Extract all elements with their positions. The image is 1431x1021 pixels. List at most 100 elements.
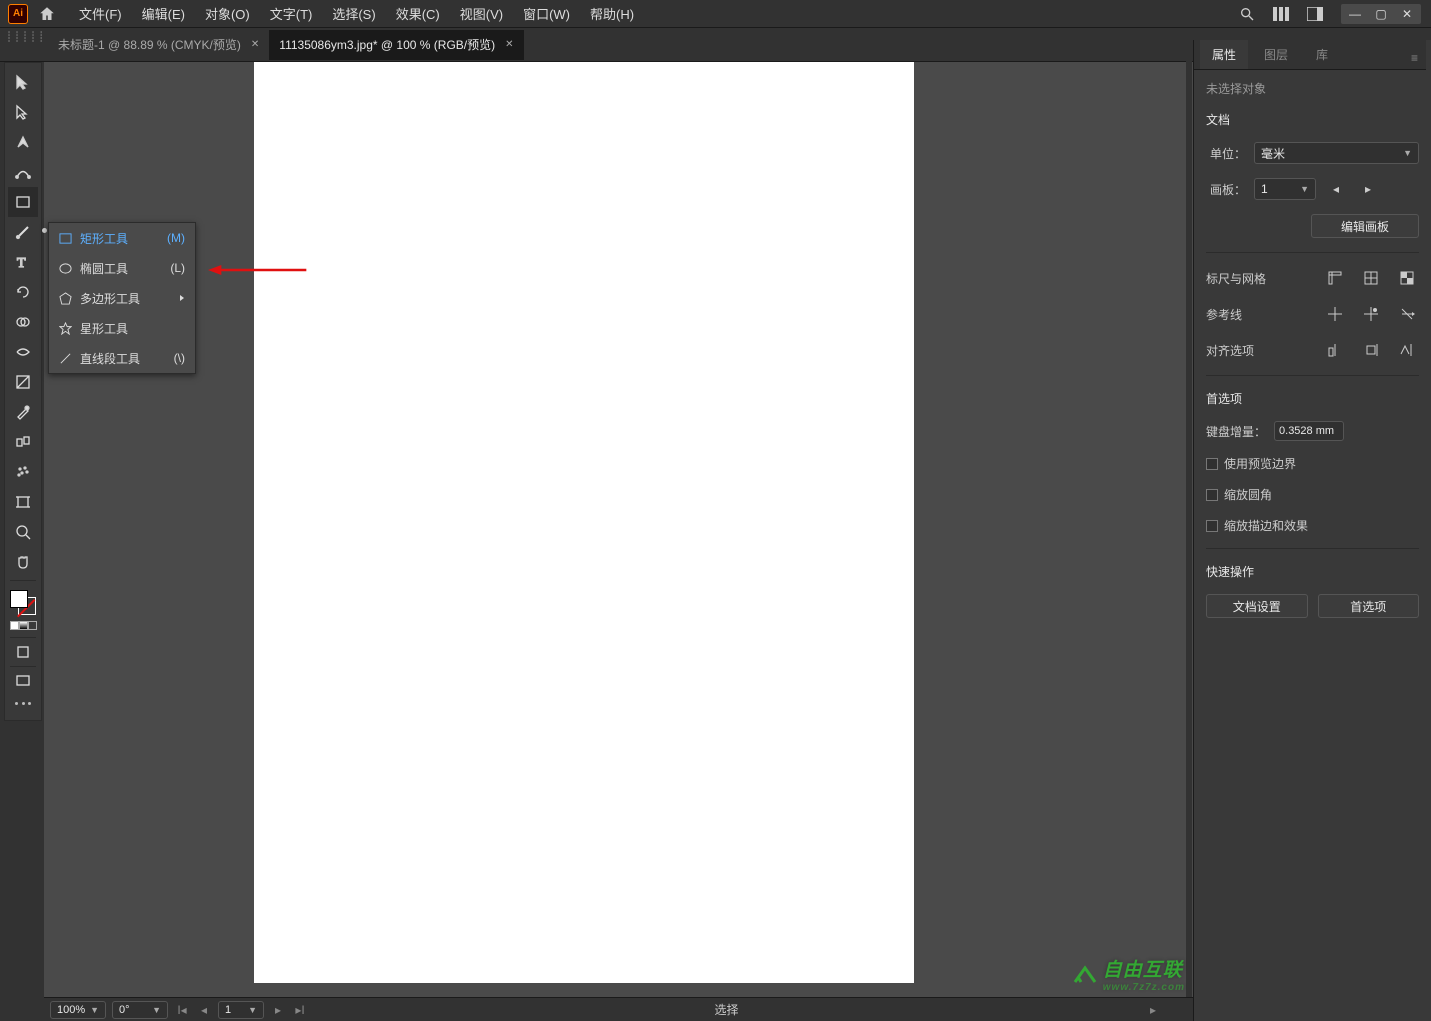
tab-layers[interactable]: 图层 — [1252, 40, 1300, 69]
pen-tool[interactable] — [8, 127, 38, 157]
rulers-icon[interactable] — [1323, 267, 1347, 289]
panel-menu-icon[interactable]: ≡ — [1403, 47, 1426, 69]
menu-select[interactable]: 选择(S) — [323, 0, 384, 28]
first-artboard-button[interactable]: I◂ — [174, 1002, 190, 1018]
flyout-indicator-dot — [42, 228, 47, 233]
guides-show-icon[interactable] — [1323, 303, 1347, 325]
chevron-down-icon: ▼ — [1403, 148, 1412, 158]
eyedropper-tool[interactable] — [8, 397, 38, 427]
close-icon[interactable]: ✕ — [505, 39, 513, 50]
document-tab-2[interactable]: 11135086ym3.jpg* @ 100 % (RGB/预览) ✕ — [269, 30, 523, 60]
flyout-rectangle-tool[interactable]: 矩形工具 (M) — [49, 223, 195, 253]
status-mode: 选择 — [314, 1001, 1139, 1018]
artboard-select[interactable]: 1 ▼ — [1254, 178, 1316, 200]
prev-artboard-button[interactable]: ◂ — [196, 1002, 212, 1018]
key-increment-input[interactable] — [1274, 421, 1344, 441]
window-minimize[interactable]: — — [1342, 5, 1368, 23]
artboard-tool[interactable] — [8, 487, 38, 517]
zoom-select[interactable]: 100% ▼ — [50, 1001, 106, 1019]
search-icon[interactable] — [1235, 2, 1259, 26]
menu-file[interactable]: 文件(F) — [70, 0, 131, 28]
document-tab-1[interactable]: 未标题-1 @ 88.89 % (CMYK/预览) ✕ — [48, 30, 269, 60]
checkbox-box — [1206, 520, 1218, 532]
status-arrow-button[interactable]: ▸ — [1145, 1002, 1161, 1018]
edit-artboard-button[interactable]: 编辑画板 — [1311, 214, 1419, 238]
align-glyph-icon[interactable] — [1395, 339, 1419, 361]
symbol-sprayer-tool[interactable] — [8, 457, 38, 487]
last-artboard-button[interactable]: ▸I — [292, 1002, 308, 1018]
zoom-tool[interactable] — [8, 517, 38, 547]
flyout-ellipse-tool[interactable]: 椭圆工具 (L) — [49, 253, 195, 283]
menu-view[interactable]: 视图(V) — [451, 0, 512, 28]
draw-mode-button[interactable] — [8, 641, 38, 663]
workarea — [44, 62, 1193, 997]
align-point-icon[interactable] — [1359, 339, 1383, 361]
flyout-item-label: 矩形工具 — [80, 230, 128, 247]
direct-selection-tool[interactable] — [8, 97, 38, 127]
scrollbar-horizontal[interactable] — [44, 983, 1193, 997]
guides-lock-icon[interactable] — [1359, 303, 1383, 325]
splitter[interactable] — [1186, 40, 1192, 1021]
scale-corners-checkbox[interactable]: 缩放圆角 — [1206, 486, 1419, 503]
canvas[interactable] — [254, 62, 914, 987]
section-rulers: 标尺与网格 — [1206, 270, 1311, 287]
menu-type[interactable]: 文字(T) — [261, 0, 322, 28]
width-tool[interactable] — [8, 337, 38, 367]
color-mode-row[interactable] — [8, 616, 38, 634]
menu-object[interactable]: 对象(O) — [196, 0, 259, 28]
blend-tool[interactable] — [8, 427, 38, 457]
preferences-button[interactable]: 首选项 — [1318, 594, 1420, 618]
use-preview-bounds-checkbox[interactable]: 使用预览边界 — [1206, 455, 1419, 472]
flyout-line-tool[interactable]: 直线段工具 (\) — [49, 343, 195, 373]
paintbrush-tool[interactable] — [8, 217, 38, 247]
curvature-tool[interactable] — [8, 157, 38, 187]
artboard-nav-select[interactable]: 1 ▼ — [218, 1001, 264, 1019]
fill-stroke-swatch[interactable] — [8, 588, 38, 616]
separator — [10, 637, 36, 638]
close-icon[interactable]: ✕ — [251, 39, 259, 50]
window-maximize[interactable]: ▢ — [1368, 5, 1394, 23]
watermark-sub: www.7z7z.com — [1103, 982, 1185, 993]
panel-tabs: 属性 图层 库 ≡ — [1194, 40, 1426, 70]
scale-strokes-checkbox[interactable]: 缩放描边和效果 — [1206, 517, 1419, 534]
shape-builder-tool[interactable] — [8, 307, 38, 337]
artboard-prev-button[interactable]: ◂ — [1324, 178, 1348, 200]
svg-text:T: T — [17, 256, 26, 270]
next-artboard-button[interactable]: ▸ — [270, 1002, 286, 1018]
rotate-value: 0° — [119, 1004, 130, 1016]
workspace-icon[interactable] — [1303, 2, 1327, 26]
chevron-down-icon: ▼ — [248, 1005, 257, 1015]
document-setup-button[interactable]: 文档设置 — [1206, 594, 1308, 618]
menu-help[interactable]: 帮助(H) — [581, 0, 643, 28]
flyout-polygon-tool[interactable]: 多边形工具 — [49, 283, 195, 313]
menu-window[interactable]: 窗口(W) — [514, 0, 579, 28]
selection-tool[interactable] — [8, 67, 38, 97]
menu-edit[interactable]: 编辑(E) — [133, 0, 194, 28]
arrange-icon[interactable] — [1269, 2, 1293, 26]
type-tool[interactable]: T — [8, 247, 38, 277]
gradient-tool[interactable] — [8, 367, 38, 397]
grid-icon[interactable] — [1359, 267, 1383, 289]
transparency-grid-icon[interactable] — [1395, 267, 1419, 289]
artboard-next-button[interactable]: ▸ — [1356, 178, 1380, 200]
fill-swatch[interactable] — [10, 590, 28, 608]
edit-toolbar-button[interactable] — [8, 692, 38, 714]
section-document: 文档 — [1206, 111, 1419, 128]
tab-properties[interactable]: 属性 — [1200, 40, 1248, 69]
flyout-star-tool[interactable]: 星形工具 — [49, 313, 195, 343]
screen-mode-button[interactable] — [8, 670, 38, 692]
align-pixel-icon[interactable] — [1323, 339, 1347, 361]
rectangle-tool[interactable] — [8, 187, 38, 217]
window-close[interactable]: ✕ — [1394, 5, 1420, 23]
checkbox-label: 缩放圆角 — [1224, 486, 1272, 503]
tab-libraries[interactable]: 库 — [1304, 40, 1340, 69]
smart-guides-icon[interactable] — [1395, 303, 1419, 325]
rotate-tool[interactable] — [8, 277, 38, 307]
rotate-select[interactable]: 0° ▼ — [112, 1001, 168, 1019]
units-select[interactable]: 毫米 ▼ — [1254, 142, 1419, 164]
properties-panel: 属性 图层 库 ≡ 未选择对象 文档 单位： 毫米 ▼ 画板： 1 ▼ ◂ ▸ … — [1193, 40, 1431, 1021]
menu-effect[interactable]: 效果(C) — [387, 0, 449, 28]
home-icon[interactable] — [38, 5, 56, 23]
separator — [10, 580, 36, 581]
hand-tool[interactable] — [8, 547, 38, 577]
